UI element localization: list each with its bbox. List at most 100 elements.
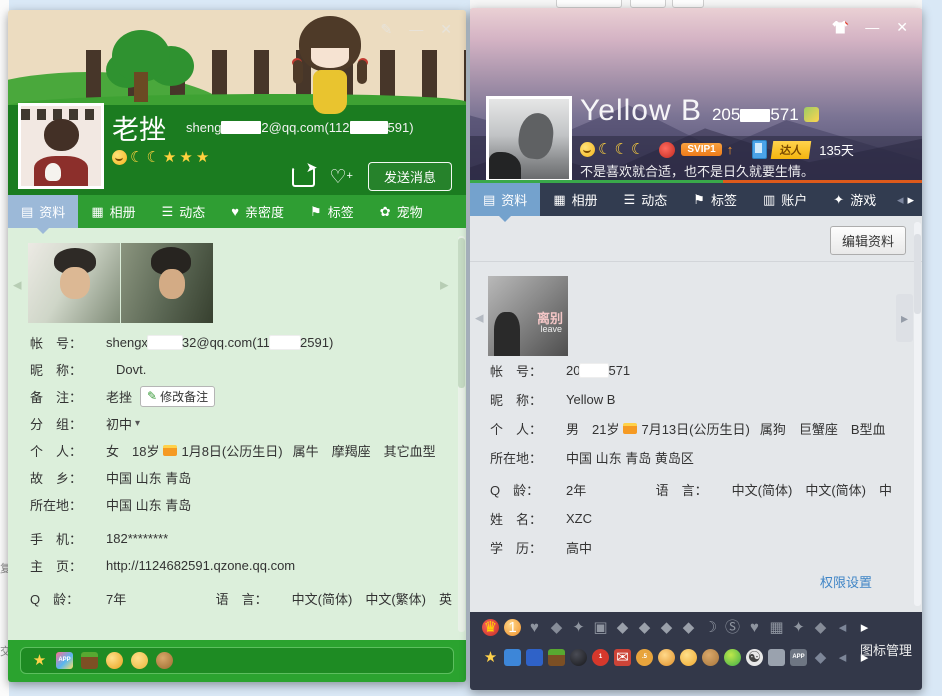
- tab-tags[interactable]: ⚑标签: [680, 183, 750, 216]
- tab-feeds-icon: ☰: [624, 192, 636, 208]
- feed-photo[interactable]: 离别 leave: [488, 276, 568, 356]
- field-homepage: 主 页： http://1124682591.qzone.qq.com: [30, 557, 452, 573]
- share-icon[interactable]: ➤: [292, 167, 315, 187]
- profile-nickname: Yellow B: [580, 94, 702, 128]
- tab-label: 动态: [179, 202, 205, 221]
- gray-diamond-icon: ◆: [614, 619, 631, 636]
- chevron-down-icon[interactable]: ▾: [135, 418, 140, 429]
- grad-cap-icon: ◆: [812, 649, 829, 666]
- qq-profile-window-right: — ✕ Yellow B 205571 ☾☾☾ SVIP1 ↑ 达人 135天 …: [470, 8, 922, 690]
- icon-manage-button[interactable]: 图标管理: [860, 640, 912, 659]
- badge-one-icon: 1: [504, 619, 521, 636]
- scrollbar[interactable]: [458, 236, 465, 632]
- tabs-next-icon[interactable]: ▸: [907, 192, 914, 208]
- field-mobile: 手 机： 182********: [30, 530, 452, 546]
- tab-account[interactable]: ▥账户: [750, 183, 820, 216]
- signature-text: 不是喜欢就合适，也不是日久就要生情。: [580, 161, 814, 180]
- tab-pets[interactable]: ✿宠物: [367, 195, 436, 228]
- close-button[interactable]: ✕: [440, 22, 452, 36]
- field-nickname: 昵 称： Dovt.: [30, 361, 452, 377]
- photos-prev-icon[interactable]: ◂: [13, 275, 22, 295]
- dressup-brush-icon[interactable]: ✎: [381, 22, 393, 36]
- photos-next-icon[interactable]: ▸: [440, 275, 449, 295]
- tab-tags[interactable]: ⚑标签: [297, 195, 367, 228]
- qq-profile-window-left: ✎ — ✕ 老挫 sheng2@qq.com(112591) ☾☾★★★ ➤ ♡…: [8, 10, 466, 682]
- gray-flash-icon: ✦: [570, 619, 587, 636]
- photos-prev-icon[interactable]: ◂: [475, 308, 484, 328]
- tab-profile[interactable]: ▤资料: [8, 195, 78, 228]
- pencil-icon: ✎: [147, 389, 157, 403]
- edit-profile-button[interactable]: 编辑资料: [830, 226, 906, 255]
- avatar[interactable]: [18, 103, 104, 189]
- scrollbar[interactable]: [914, 222, 921, 606]
- field-name: 姓 名： XZC: [490, 510, 892, 526]
- close-button[interactable]: ✕: [896, 20, 908, 34]
- tab-intimacy[interactable]: ♥亲密度: [218, 195, 297, 228]
- tab-label: 宠物: [397, 202, 423, 221]
- birthday-cake-icon: [163, 445, 177, 456]
- tab-albums[interactable]: ▦相册: [540, 183, 610, 216]
- mail-icon: ✉: [614, 649, 631, 666]
- tab-albums[interactable]: ▦相册: [78, 195, 148, 228]
- minimize-button[interactable]: —: [409, 22, 423, 36]
- profile-account-line: sheng2@qq.com(112591): [186, 120, 414, 135]
- minimize-button[interactable]: —: [865, 20, 879, 34]
- ball-black-icon: [570, 649, 587, 666]
- field-location: 所在地： 中国 山东 青岛 黄岛区: [490, 449, 892, 465]
- level-star-icon: ★: [196, 150, 209, 165]
- tennis-icon: [724, 649, 741, 666]
- field-qage-language: Q 龄： 2年 语 言： 中文(简体) 中文(简体) 中: [490, 481, 892, 497]
- svip-upgrade-arrow-icon[interactable]: ↑: [727, 142, 734, 157]
- photos-next-button[interactable]: ▸: [896, 294, 913, 342]
- monkey-icon: [156, 652, 173, 669]
- badge-nav-right-icon[interactable]: ▸: [856, 619, 873, 636]
- tabs-prev-icon[interactable]: ◂: [897, 192, 904, 208]
- level-moon-icon: ☾: [631, 142, 644, 157]
- homepage-link[interactable]: http://1124682591.qzone.qq.com: [106, 558, 295, 573]
- birthday-cake-icon: [623, 423, 637, 434]
- feed-photo[interactable]: [28, 243, 120, 323]
- cartoon-tree-trunk: [134, 72, 148, 102]
- avatar[interactable]: [486, 96, 572, 182]
- tab-label: 账户: [781, 190, 807, 209]
- tab-label: 亲密度: [245, 202, 284, 221]
- gray-shield-icon: ◆: [548, 619, 565, 636]
- tab-tags-icon: ⚑: [310, 204, 322, 220]
- feed-photo[interactable]: [121, 243, 213, 323]
- tab-feeds[interactable]: ☰动态: [149, 195, 219, 228]
- field-qage-language: Q 龄： 7年 语 言： 中文(简体) 中文(繁体) 英: [30, 590, 452, 606]
- tab-feeds[interactable]: ☰ 动态: [611, 183, 681, 216]
- badge-nav-left-icon[interactable]: ◂: [834, 649, 851, 666]
- field-account: 帐 号： shengx32@qq.com(112591): [30, 334, 452, 350]
- field-remark: 备 注： 老挫 ✎修改备注: [30, 388, 452, 404]
- permission-settings-link[interactable]: 权限设置: [820, 572, 872, 591]
- field-hometown: 故 乡： 中国 山东 青岛: [30, 469, 452, 485]
- shield-blue-icon: [526, 649, 543, 666]
- add-care-icon[interactable]: ♡+: [330, 168, 353, 186]
- dressup-shirt-icon[interactable]: [832, 21, 848, 34]
- daren-badge[interactable]: 达人: [771, 141, 812, 159]
- profile-tabbar: ▤资料▦相册 ☰ 动态 ⚑标签▥账户✦游戏 ◂ ▸: [470, 183, 922, 216]
- pet-one-icon: [658, 649, 675, 666]
- svip-badge[interactable]: SVIP1: [681, 143, 721, 156]
- coin-half-icon: .5: [636, 649, 653, 666]
- tab-games[interactable]: ✦游戏: [820, 183, 889, 216]
- gold-star-icon: ★: [482, 649, 499, 666]
- tab-profile[interactable]: ▤资料: [470, 183, 540, 216]
- send-message-button[interactable]: 发送消息: [368, 162, 452, 191]
- badge-bar: ♛1♥◆✦▣◆◆◆◆☽Ⓢ♥▦✦◆◂▸ ★1✉.5☯APP◆◂▸ 图标管理: [470, 612, 922, 690]
- gray-bolt-icon: ✦: [790, 619, 807, 636]
- tab-label: 动态: [641, 190, 667, 209]
- profile-nickname: 老挫: [112, 108, 166, 147]
- app-gray-icon: APP: [790, 649, 807, 666]
- edit-remark-button[interactable]: ✎修改备注: [140, 386, 215, 407]
- badge-nav-left-icon[interactable]: ◂: [834, 619, 851, 636]
- field-education: 学 历： 高中: [490, 539, 892, 555]
- qq-show-icon[interactable]: [804, 107, 819, 122]
- level-moon-icon: ☾: [598, 142, 611, 157]
- level-star-icon: ★: [179, 150, 192, 165]
- field-location: 所在地： 中国 山东 青岛: [30, 496, 452, 512]
- gray-chest-icon: ▦: [768, 619, 785, 636]
- field-account: 帐 号： 20571: [490, 362, 892, 378]
- censored-block: [580, 364, 608, 377]
